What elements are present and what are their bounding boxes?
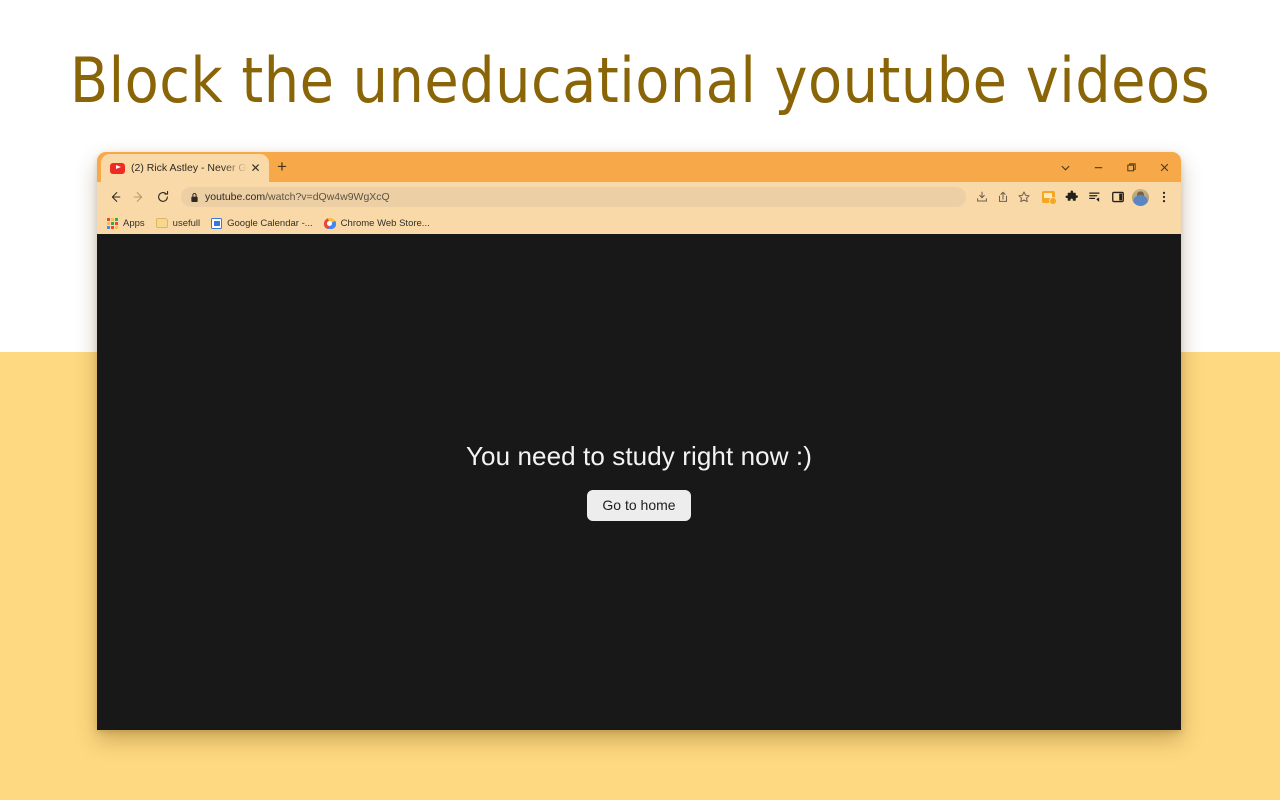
puzzle-icon bbox=[1065, 190, 1078, 201]
bookmark-chrome-web-store[interactable]: Chrome Web Store... bbox=[322, 214, 437, 232]
blocked-page-content: You need to study right now :) Go to hom… bbox=[97, 234, 1181, 730]
browser-tab-title: (2) Rick Astley - Never Gonna Gi bbox=[131, 162, 248, 174]
tab-strip: (2) Rick Astley - Never Gonna Gi ✕ + bbox=[97, 152, 1181, 182]
toolbar-actions bbox=[1037, 186, 1175, 209]
bookmark-label: usefull bbox=[172, 217, 201, 229]
url-text: youtube.com/watch?v=dQw4w9WgXcQ bbox=[205, 191, 390, 203]
browser-toolbar: youtube.com/watch?v=dQw4w9WgXcQ bbox=[97, 182, 1181, 212]
bookmark-apps[interactable]: Apps bbox=[105, 214, 152, 232]
bookmark-label: Chrome Web Store... bbox=[340, 217, 430, 229]
bookmark-label: Apps bbox=[123, 217, 145, 229]
address-bar[interactable]: youtube.com/watch?v=dQw4w9WgXcQ bbox=[181, 187, 966, 207]
bookmark-label: Google Calendar -... bbox=[227, 217, 313, 229]
blocker-extension-icon bbox=[1042, 191, 1057, 205]
folder-icon bbox=[155, 218, 168, 228]
bookmark-usefull[interactable]: usefull bbox=[154, 214, 207, 232]
three-dot-menu-icon bbox=[1162, 191, 1165, 203]
install-page-button[interactable] bbox=[971, 187, 992, 208]
url-path: /watch?v=dQw4w9WgXcQ bbox=[265, 191, 390, 203]
reload-button[interactable] bbox=[151, 185, 175, 209]
profile-button[interactable] bbox=[1129, 186, 1152, 209]
browser-window: (2) Rick Astley - Never Gonna Gi ✕ + bbox=[97, 152, 1181, 730]
close-tab-icon[interactable]: ✕ bbox=[248, 161, 263, 176]
forward-button[interactable] bbox=[127, 185, 151, 209]
youtube-icon bbox=[110, 162, 125, 174]
side-panel-icon bbox=[1111, 191, 1124, 203]
bookmarks-bar: Apps usefull Google Calendar -... Chrome… bbox=[97, 212, 1181, 234]
blocker-extension-button[interactable] bbox=[1037, 186, 1060, 209]
block-message: You need to study right now :) bbox=[465, 441, 813, 471]
chrome-web-store-icon bbox=[323, 217, 336, 229]
close-window-button[interactable] bbox=[1148, 152, 1181, 182]
go-to-home-button[interactable]: Go to home bbox=[587, 490, 691, 521]
url-host: youtube.com bbox=[205, 191, 266, 203]
browser-tab-youtube[interactable]: (2) Rick Astley - Never Gonna Gi ✕ bbox=[101, 154, 269, 182]
bookmark-google-calendar[interactable]: Google Calendar -... bbox=[209, 214, 320, 232]
new-tab-button[interactable]: + bbox=[269, 154, 295, 182]
reading-list-button[interactable] bbox=[1083, 186, 1106, 209]
page-title: Block the uneducational youtube videos bbox=[69, 44, 1211, 117]
tab-search-button[interactable] bbox=[1049, 152, 1082, 182]
minimize-button[interactable] bbox=[1082, 152, 1115, 182]
back-button[interactable] bbox=[103, 185, 127, 209]
lock-icon bbox=[191, 192, 198, 202]
share-button[interactable] bbox=[992, 187, 1013, 208]
bookmark-button[interactable] bbox=[1013, 187, 1034, 208]
avatar-icon bbox=[1132, 188, 1149, 206]
side-panel-button[interactable] bbox=[1106, 186, 1129, 209]
maximize-button[interactable] bbox=[1115, 152, 1148, 182]
window-controls bbox=[1049, 152, 1181, 182]
extensions-button[interactable] bbox=[1060, 186, 1083, 209]
chrome-menu-button[interactable] bbox=[1152, 186, 1175, 209]
reading-list-icon bbox=[1088, 192, 1100, 202]
apps-grid-icon bbox=[107, 217, 118, 229]
google-calendar-icon bbox=[211, 217, 223, 229]
